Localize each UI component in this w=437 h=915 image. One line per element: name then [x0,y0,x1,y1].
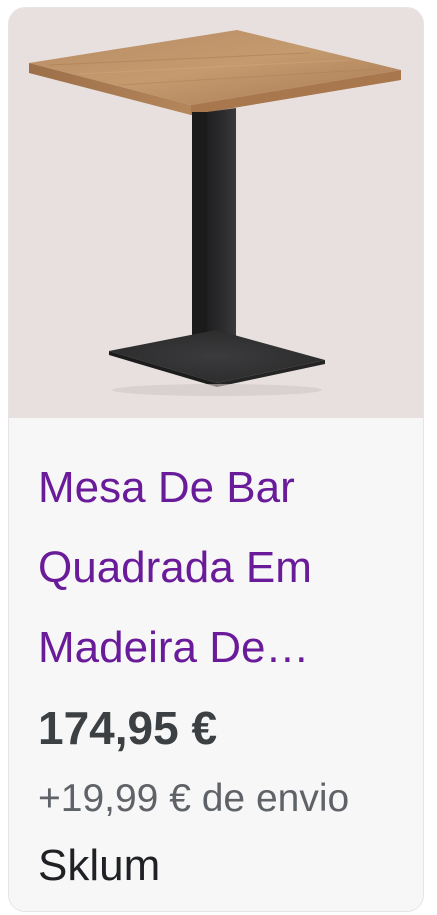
product-price: 174,95 € [38,702,218,754]
product-card[interactable]: Mesa De Bar Quadrada Em Madeira De… 174,… [9,8,423,911]
seller-name: Sklum [38,841,161,890]
product-title-link[interactable]: Mesa De Bar Quadrada Em Madeira De… [38,448,398,688]
shipping-cost: +19,99 € de envio [38,777,350,820]
product-image[interactable] [9,8,423,418]
bar-table-image [29,30,401,396]
product-info: Mesa De Bar Quadrada Em Madeira De… 174,… [9,418,423,911]
